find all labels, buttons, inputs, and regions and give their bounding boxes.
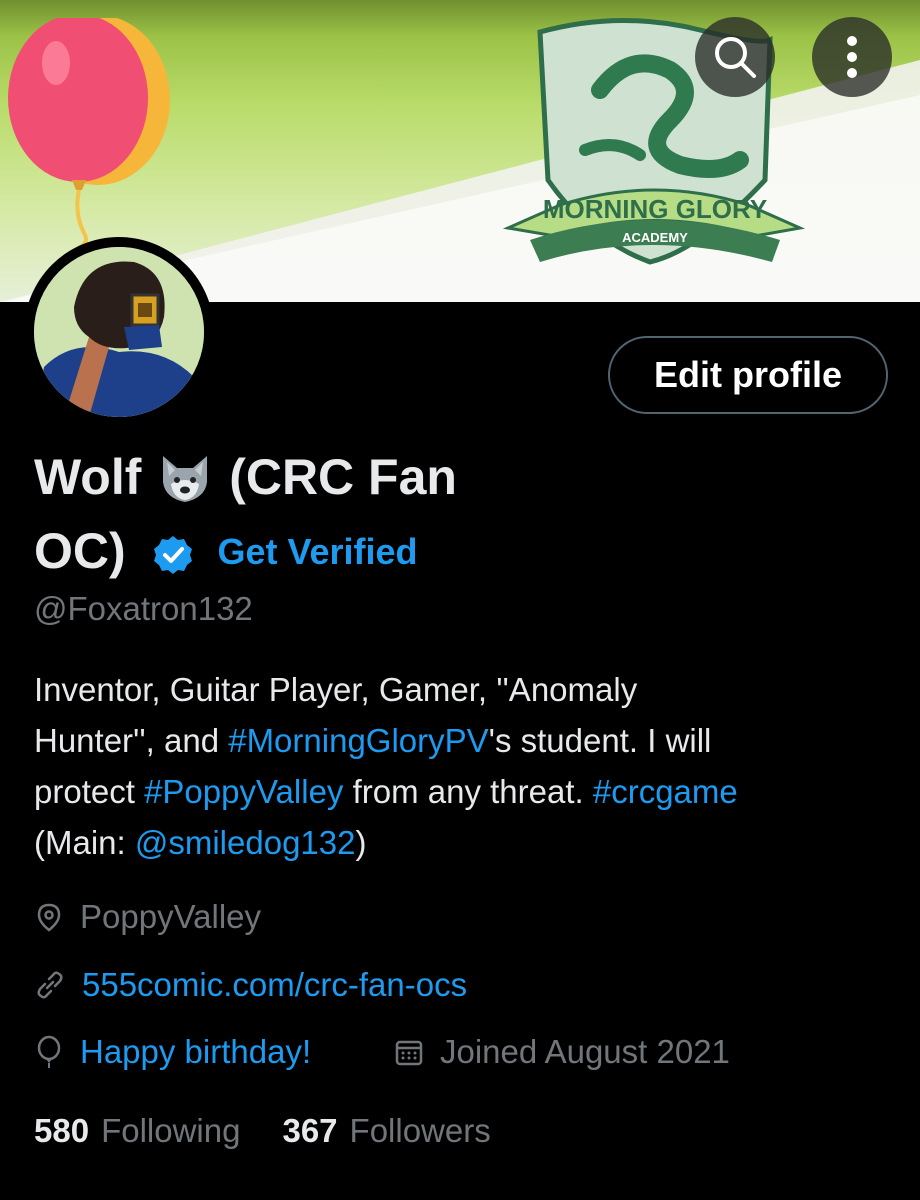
bio-text: ) <box>355 824 367 861</box>
location-text: PoppyValley <box>80 898 262 935</box>
get-verified-link[interactable]: Get Verified <box>217 531 417 572</box>
joined-row: Joined August 2021 <box>394 1033 730 1071</box>
website-link[interactable]: 555comic.com/crc-fan-ocs <box>82 966 467 1004</box>
website-row: 555comic.com/crc-fan-ocs <box>34 966 467 1004</box>
search-icon <box>715 37 756 78</box>
user-handle: @Foxatron132 <box>34 590 253 627</box>
avatar[interactable] <box>24 237 214 427</box>
bio: Inventor, Guitar Player, Gamer, ''Anomal… <box>34 664 904 868</box>
following-link[interactable]: 580 Following <box>34 1112 240 1150</box>
bio-text: Hunter'', and <box>34 722 229 759</box>
display-name: Wolf (CRC Fan OC) Get Verified <box>34 440 594 589</box>
hashtag-link[interactable]: #crcgame <box>593 773 738 810</box>
location-row: PoppyValley <box>34 898 261 936</box>
bio-text: protect <box>34 773 145 810</box>
display-name-part1: Wolf <box>34 449 142 505</box>
more-vertical-icon <box>847 36 857 78</box>
edit-profile-button[interactable]: Edit profile <box>608 336 888 414</box>
bio-text: from any threat. <box>343 773 593 810</box>
display-name-part2: (CRC Fan <box>229 449 457 505</box>
followers-label: Followers <box>349 1112 491 1149</box>
following-label: Following <box>101 1112 241 1149</box>
birthday-text[interactable]: Happy birthday! <box>80 1033 311 1071</box>
search-button[interactable] <box>695 17 775 97</box>
balloon-icon <box>8 18 170 248</box>
following-count: 580 <box>34 1112 90 1149</box>
banner-subtitle: ACADEMY <box>622 230 688 245</box>
wolf-face-emoji <box>163 456 208 502</box>
mention-link[interactable]: @smiledog132 <box>135 824 356 861</box>
banner-title: MORNING GLORY <box>543 194 767 224</box>
hashtag-link[interactable]: #PoppyValley <box>144 773 343 810</box>
calendar-icon <box>395 1040 423 1066</box>
bio-text: Inventor, Guitar Player, Gamer, ''Anomal… <box>34 671 638 708</box>
followers-count: 367 <box>282 1112 338 1149</box>
avatar-image <box>34 247 204 417</box>
location-pin-icon <box>37 903 61 932</box>
bio-text: (Main: <box>34 824 135 861</box>
birthday-row: Happy birthday! <box>34 1033 311 1071</box>
followers-link[interactable]: 367 Followers <box>282 1112 490 1150</box>
balloon-icon <box>37 1035 61 1068</box>
hashtag-link[interactable]: #MorningGloryPV <box>228 722 488 759</box>
display-name-part3: OC) <box>34 523 126 579</box>
more-options-button[interactable] <box>812 17 892 97</box>
follow-stats: 580 Following 367 Followers <box>34 1112 533 1150</box>
bio-text: 's student. I will <box>488 722 712 759</box>
link-icon <box>37 971 63 999</box>
verified-badge-icon[interactable] <box>152 534 194 576</box>
joined-text: Joined August 2021 <box>440 1033 730 1070</box>
